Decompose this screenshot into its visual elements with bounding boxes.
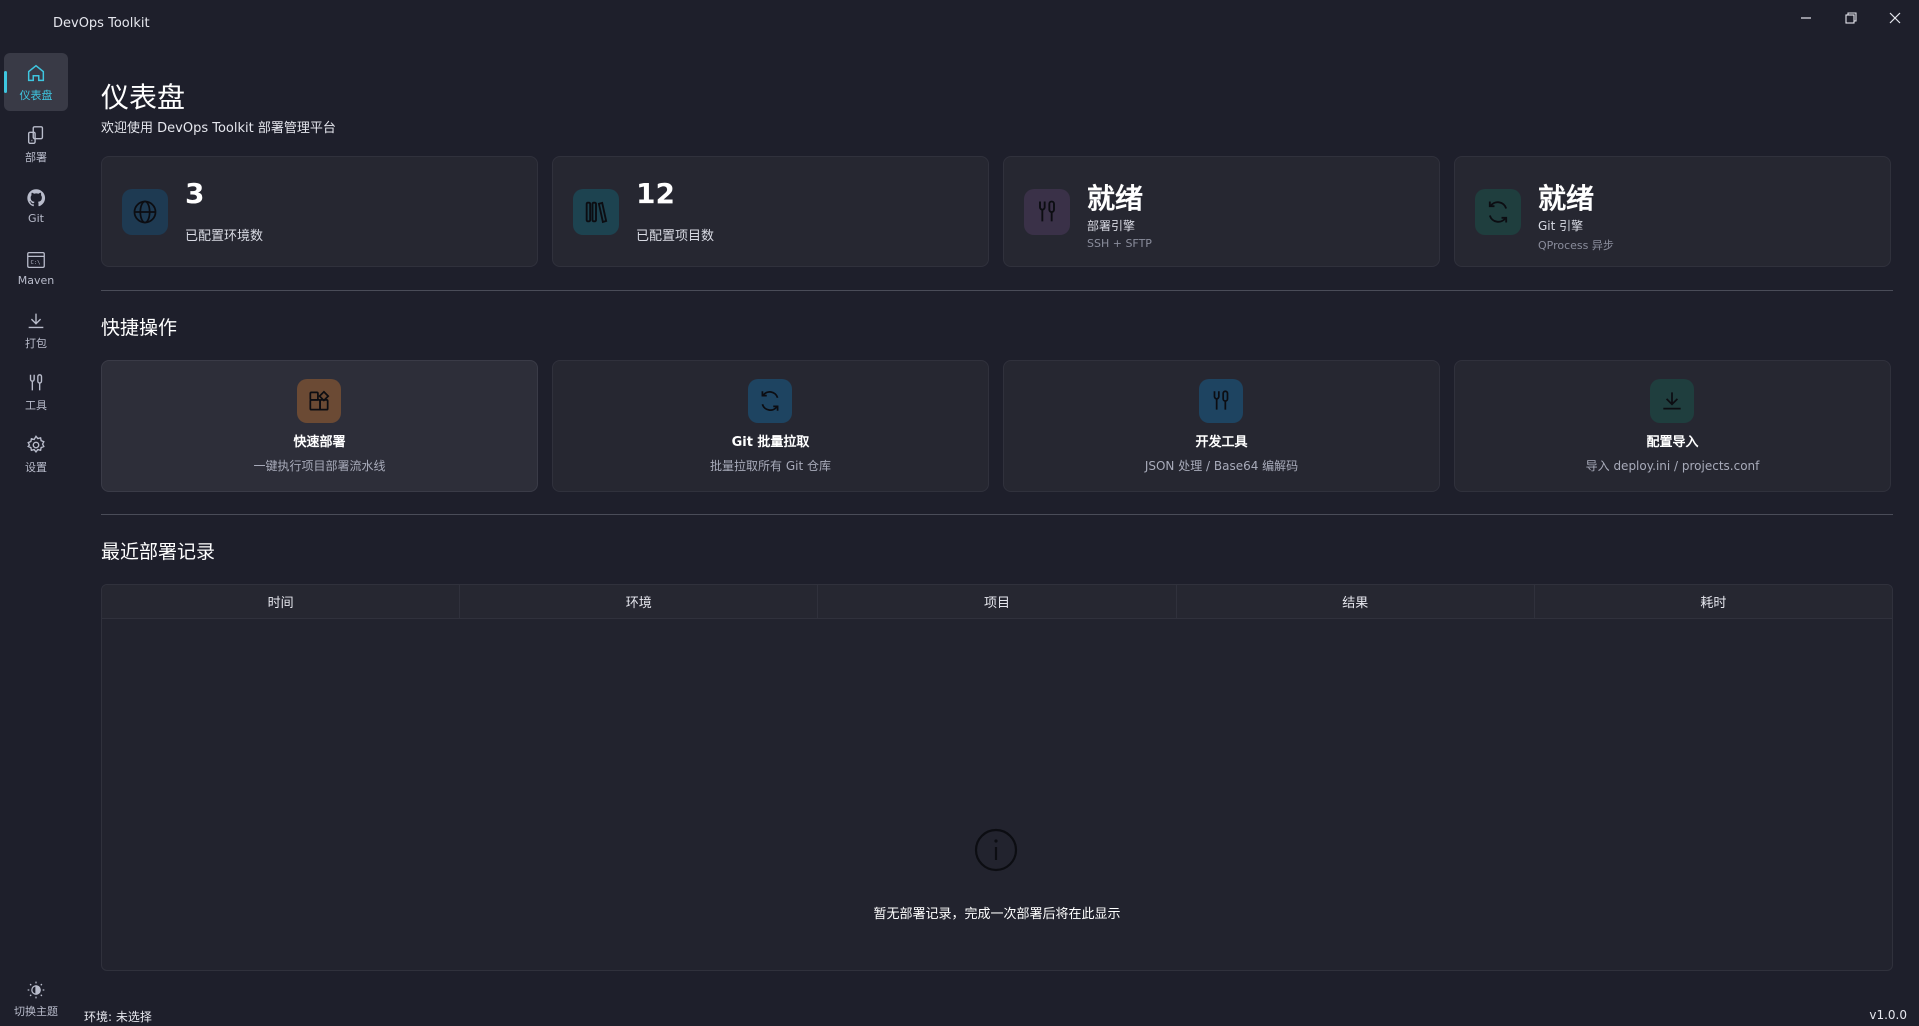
download-icon [1650,379,1694,423]
stat-card-environments: 3 已配置环境数 [101,156,538,267]
action-title: 配置导入 [1646,435,1699,450]
tools-icon [1199,379,1243,423]
sidebar-item-deploy[interactable]: 部署 [4,115,68,173]
stat-value: 3 [185,177,205,210]
title-bar: DevOps Toolkit [0,0,1919,46]
column-header-result[interactable]: 结果 [1177,585,1535,618]
column-header-env[interactable]: 环境 [460,585,819,618]
quick-deploy-button[interactable]: 快速部署 一键执行项目部署流水线 [101,360,538,492]
column-header-project[interactable]: 项目 [818,585,1177,618]
sync-icon [1475,189,1521,235]
github-icon [27,189,46,207]
sidebar-item-label: 部署 [25,150,47,164]
library-icon [573,189,619,235]
globe-icon [122,189,168,235]
sync-icon [748,379,792,423]
stat-label: 部署引擎 [1087,219,1136,233]
app-title: DevOps Toolkit [53,16,150,31]
sidebar-item-dashboard[interactable]: 仪表盘 [4,53,68,111]
close-button[interactable] [1885,8,1905,28]
stat-desc: SSH + SFTP [1087,237,1152,250]
quick-actions-title: 快捷操作 [101,317,178,339]
download-icon [28,313,44,328]
git-batch-pull-button[interactable]: Git 批量拉取 批量拉取所有 Git 仓库 [552,360,989,492]
sidebar-item-git[interactable]: Git [4,177,68,235]
theme-toggle-label: 切换主题 [14,1005,58,1018]
svg-text:C:\: C:\ [31,260,41,266]
action-title: Git 批量拉取 [731,435,810,450]
stat-value: 就绪 [1538,182,1595,215]
stat-label: 已配置环境数 [185,229,264,244]
tools-icon [29,373,43,390]
sidebar-item-label: 工具 [25,398,47,412]
divider [101,290,1893,291]
stat-desc: QProcess 异步 [1538,239,1614,252]
sidebar-item-package[interactable]: 打包 [4,301,68,359]
status-version: v1.0.0 [1869,1008,1907,1022]
deploy-icon [27,125,44,144]
stat-value: 就绪 [1087,182,1144,215]
dev-tools-button[interactable]: 开发工具 JSON 处理 / Base64 编解码 [1003,360,1440,492]
stat-card-git-engine: 就绪 Git 引擎 QProcess 异步 [1454,156,1891,267]
stat-label: 已配置项目数 [636,229,715,244]
action-title: 快速部署 [293,435,346,450]
sidebar-item-label: 仪表盘 [19,88,53,102]
sidebar-item-maven[interactable]: C:\ Maven [4,239,68,297]
recent-deploys-table: 时间 环境 项目 结果 耗时 暂无部署记录，完成一次部署后将在此显示 [101,584,1893,971]
table-header: 时间 环境 项目 结果 耗时 [102,585,1892,619]
config-import-button[interactable]: 配置导入 导入 deploy.ini / projects.conf [1454,360,1891,492]
divider [101,514,1893,515]
terminal-icon: C:\ [27,252,45,268]
action-desc: JSON 处理 / Base64 编解码 [1144,459,1299,473]
page-title: 仪表盘 [101,81,186,114]
column-header-time[interactable]: 时间 [102,585,461,618]
stat-card-projects: 12 已配置项目数 [552,156,989,267]
sidebar-item-label: 设置 [25,460,47,474]
action-desc: 导入 deploy.ini / projects.conf [1585,459,1760,473]
action-desc: 一键执行项目部署流水线 [253,459,386,473]
minimize-button[interactable] [1796,8,1816,28]
action-desc: 批量拉取所有 Git 仓库 [710,459,831,473]
apps-add-icon [297,379,341,423]
page-subtitle: 欢迎使用 DevOps Toolkit 部署管理平台 [101,121,336,136]
gear-icon [27,434,45,453]
info-icon [974,828,1018,872]
stat-label: Git 引擎 [1538,219,1584,233]
action-title: 开发工具 [1195,435,1248,450]
column-header-duration[interactable]: 耗时 [1535,585,1892,618]
sidebar-item-tools[interactable]: 工具 [4,363,68,421]
maximize-button[interactable] [1841,8,1861,28]
active-indicator [4,71,7,93]
stat-value: 12 [636,177,675,210]
tools-icon [1024,189,1070,235]
empty-state-text: 暂无部署记录，完成一次部署后将在此显示 [873,907,1121,922]
home-icon [27,64,45,81]
recent-deploys-title: 最近部署记录 [101,541,216,563]
sidebar-item-label: Maven [17,274,55,287]
sidebar-item-settings[interactable]: 设置 [4,425,68,483]
status-env: 环境: 未选择 [84,1010,152,1024]
sidebar: 仪表盘 部署 Git C:\ Maven 打包 工具 设置 [0,46,72,1026]
theme-icon [27,981,45,999]
stat-card-deploy-engine: 就绪 部署引擎 SSH + SFTP [1003,156,1440,267]
sidebar-item-label: 打包 [25,336,47,350]
sidebar-item-label: Git [28,212,44,225]
theme-toggle-button[interactable]: 切换主题 [4,980,68,1026]
